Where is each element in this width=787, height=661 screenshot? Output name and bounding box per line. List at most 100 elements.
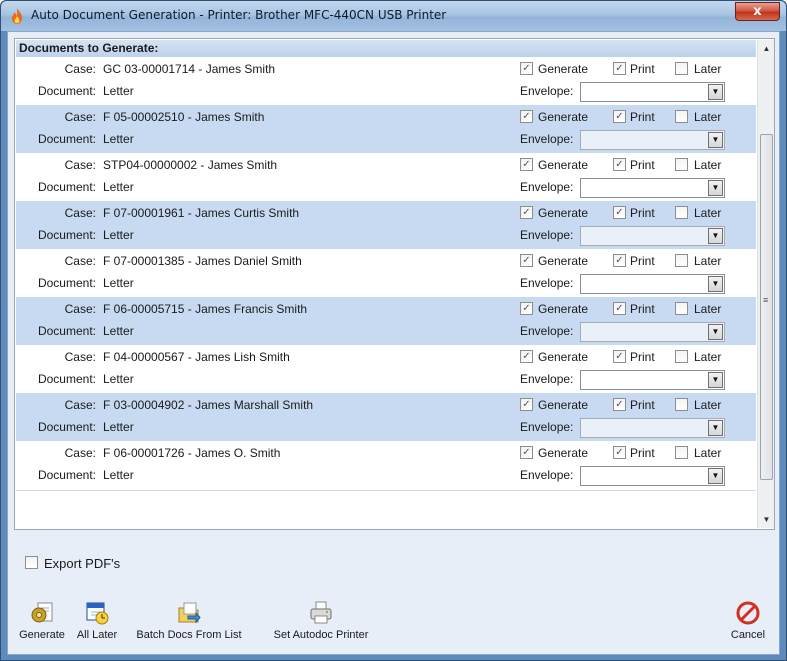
later-label: Later (694, 158, 722, 172)
envelope-select[interactable]: ▼ (580, 370, 725, 390)
title-bar[interactable]: Auto Document Generation - Printer: Brot… (1, 1, 786, 31)
envelope-label: Envelope: (520, 276, 574, 290)
chevron-down-icon[interactable]: ▼ (708, 84, 723, 100)
case-value: F 07-00001385 - James Daniel Smith (103, 254, 302, 268)
print-checkbox[interactable]: ✓ (613, 302, 626, 315)
later-label: Later (694, 206, 722, 220)
scroll-thumb[interactable]: ≡ (760, 134, 773, 480)
envelope-select[interactable]: ▼ (580, 226, 725, 246)
document-label: Document: (37, 84, 96, 98)
later-checkbox[interactable] (675, 254, 688, 267)
document-label: Document: (37, 180, 96, 194)
document-value: Letter (103, 276, 134, 290)
chevron-down-icon[interactable]: ▼ (708, 420, 723, 436)
envelope-select[interactable]: ▼ (580, 130, 725, 150)
list-header: Documents to Generate: (16, 40, 756, 57)
case-value: STP04-00000002 - James Smith (103, 158, 278, 172)
chevron-down-icon[interactable]: ▼ (708, 372, 723, 388)
generate-button[interactable]: Generate (19, 600, 65, 641)
rows-container: Case: GC 03-00001714 - James Smith Documen… (16, 57, 756, 489)
envelope-select[interactable]: ▼ (580, 322, 725, 342)
generate-checkbox[interactable]: ✓ (520, 302, 533, 315)
print-checkbox[interactable]: ✓ (613, 158, 626, 171)
case-label: Case: (64, 446, 96, 460)
document-label: Document: (37, 372, 96, 386)
cancel-button[interactable]: Cancel (726, 600, 770, 641)
later-checkbox[interactable] (675, 398, 688, 411)
vertical-scrollbar[interactable]: ▲ ≡ ▼ (757, 40, 774, 528)
chevron-down-icon[interactable]: ▼ (708, 132, 723, 148)
set-printer-button[interactable]: Set Autodoc Printer (266, 600, 376, 641)
print-checkbox[interactable]: ✓ (613, 62, 626, 75)
chevron-down-icon[interactable]: ▼ (708, 468, 723, 484)
chevron-down-icon[interactable]: ▼ (708, 228, 723, 244)
document-value: Letter (103, 84, 134, 98)
table-row: Case: STP04-00000002 - James Smith Documen… (16, 153, 756, 201)
table-row: Case: F 06-00005715 - James Francis Smith… (16, 297, 756, 345)
later-checkbox[interactable] (675, 302, 688, 315)
print-label: Print (630, 398, 655, 412)
print-label: Print (630, 446, 655, 460)
scroll-down-arrow-icon[interactable]: ▼ (758, 511, 775, 528)
print-checkbox[interactable]: ✓ (613, 254, 626, 267)
document-label: Document: (37, 228, 96, 242)
table-row: Case: F 07-00001385 - James Daniel Smith D… (16, 249, 756, 297)
envelope-select[interactable]: ▼ (580, 418, 725, 438)
envelope-select[interactable]: ▼ (580, 466, 725, 486)
print-checkbox[interactable]: ✓ (613, 350, 626, 363)
table-row: Case: F 04-00000567 - James Lish Smith Doc… (16, 345, 756, 393)
generate-checkbox[interactable]: ✓ (520, 446, 533, 459)
later-checkbox[interactable] (675, 350, 688, 363)
later-checkbox[interactable] (675, 158, 688, 171)
print-label: Print (630, 206, 655, 220)
envelope-label: Envelope: (520, 372, 574, 386)
later-checkbox[interactable] (675, 446, 688, 459)
envelope-select[interactable]: ▼ (580, 274, 725, 294)
flame-icon (12, 8, 22, 24)
generate-checkbox[interactable]: ✓ (520, 158, 533, 171)
envelope-select[interactable]: ▼ (580, 178, 725, 198)
generate-label: Generate (538, 158, 589, 172)
print-checkbox[interactable]: ✓ (613, 110, 626, 123)
print-checkbox[interactable]: ✓ (613, 206, 626, 219)
later-checkbox[interactable] (675, 206, 688, 219)
later-checkbox[interactable] (675, 62, 688, 75)
table-row: Case: GC 03-00001714 - James Smith Documen… (16, 57, 756, 105)
table-row: Case: F 06-00001726 - James O. Smith Docum… (16, 441, 756, 489)
document-label: Document: (37, 276, 96, 290)
generate-checkbox[interactable]: ✓ (520, 206, 533, 219)
print-checkbox[interactable]: ✓ (613, 398, 626, 411)
case-value: F 04-00000567 - James Lish Smith (103, 350, 290, 364)
chevron-down-icon[interactable]: ▼ (708, 324, 723, 340)
batch-docs-button[interactable]: Batch Docs From List (134, 600, 244, 641)
case-value: F 06-00001726 - James O. Smith (103, 446, 281, 460)
case-label: Case: (64, 302, 96, 316)
document-value: Letter (103, 324, 134, 338)
case-value: F 06-00005715 - James Francis Smith (103, 302, 308, 316)
document-value: Letter (103, 228, 134, 242)
envelope-label: Envelope: (520, 420, 574, 434)
generate-checkbox[interactable]: ✓ (520, 62, 533, 75)
generate-checkbox[interactable]: ✓ (520, 350, 533, 363)
scroll-up-arrow-icon[interactable]: ▲ (758, 40, 775, 57)
chevron-down-icon[interactable]: ▼ (708, 180, 723, 196)
print-checkbox[interactable]: ✓ (613, 446, 626, 459)
generate-checkbox[interactable]: ✓ (520, 398, 533, 411)
document-label: Document: (37, 132, 96, 146)
generate-checkbox[interactable]: ✓ (520, 254, 533, 267)
envelope-select[interactable]: ▼ (580, 82, 725, 102)
export-pdf-checkbox[interactable] (25, 556, 38, 569)
case-value: F 07-00001961 - James Curtis Smith (103, 206, 300, 220)
all-later-button[interactable]: All Later (74, 600, 120, 641)
generate-checkbox[interactable]: ✓ (520, 110, 533, 123)
table-row: Case: F 05-00002510 - James Smith Document… (16, 105, 756, 153)
chevron-down-icon[interactable]: ▼ (708, 276, 723, 292)
print-label: Print (630, 158, 655, 172)
case-label: Case: (64, 398, 96, 412)
print-label: Print (630, 302, 655, 316)
close-button[interactable]: x (735, 2, 780, 21)
document-label: Document: (37, 420, 96, 434)
later-checkbox[interactable] (675, 110, 688, 123)
document-value: Letter (103, 468, 134, 482)
case-label: Case: (64, 110, 96, 124)
